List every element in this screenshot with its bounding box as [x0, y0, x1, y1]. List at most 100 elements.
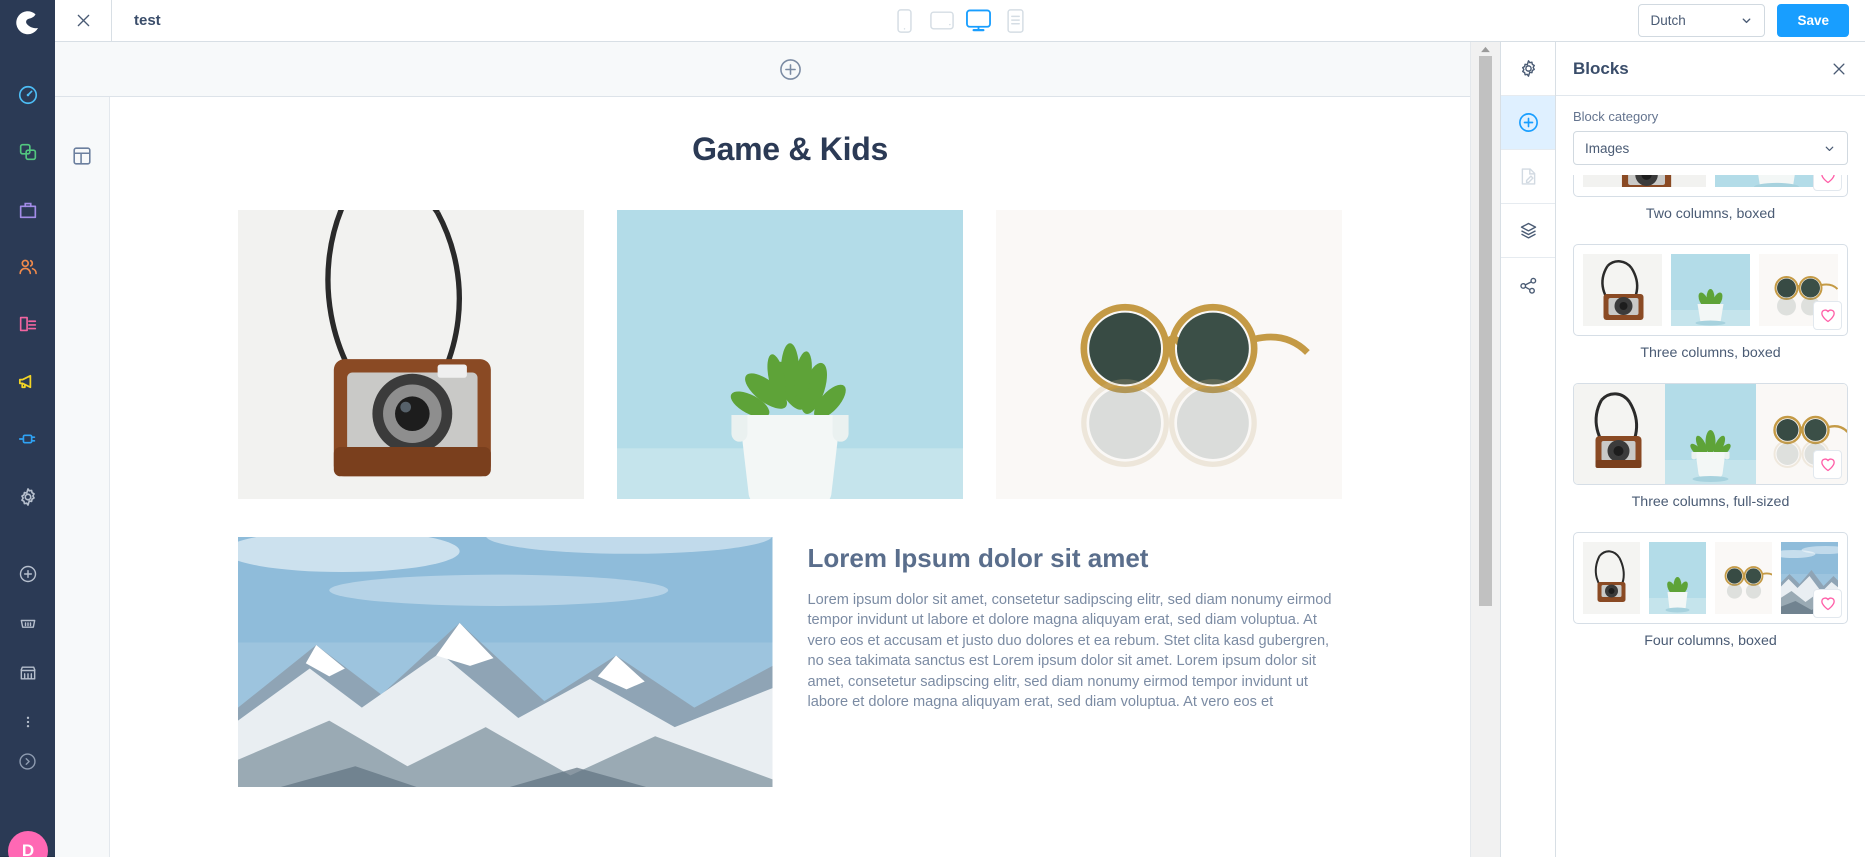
tool-layers[interactable]: [1500, 204, 1556, 258]
sidebar-item-catalogues[interactable]: [0, 133, 55, 172]
block-favorite-button[interactable]: [1813, 175, 1842, 191]
sidebar-expand-button[interactable]: [0, 742, 55, 781]
section-gutter: [55, 97, 110, 857]
close-icon: [1833, 62, 1845, 75]
block-preview-four-columns-boxed[interactable]: [1573, 532, 1848, 624]
sidebar-shortcut-basket[interactable]: [0, 604, 55, 643]
sidebar-shortcut-store[interactable]: [0, 653, 55, 692]
section-layout-icon[interactable]: [71, 145, 93, 857]
chevron-down-icon: [1743, 18, 1751, 24]
layers-icon: [1520, 222, 1536, 239]
block-preview-two-columns-boxed[interactable]: [1573, 175, 1848, 197]
dashboard-gauge-icon: [18, 85, 37, 104]
more-vertical-icon: [26, 716, 29, 728]
block-item: Two columns, boxed: [1573, 175, 1848, 222]
store-icon: [19, 666, 36, 680]
scrollbar-up-arrow[interactable]: [1480, 42, 1491, 56]
close-editor-button[interactable]: [55, 0, 112, 41]
sidebar-item-customers[interactable]: [0, 247, 55, 286]
block-favorite-button[interactable]: [1813, 301, 1842, 330]
block-thumb-camera: [1583, 254, 1662, 326]
heart-icon: [1820, 458, 1835, 472]
section-layout-icon-glyph: [73, 147, 91, 165]
blocks-panel-header: Blocks: [1556, 42, 1865, 96]
device-content-button[interactable]: [1003, 6, 1029, 36]
cms-image-row: [110, 210, 1470, 499]
plus-circle-icon: [779, 58, 801, 80]
chevron-right-circle-icon: [19, 753, 36, 770]
orders-bag-icon: [19, 202, 36, 218]
catalogue-squares-icon: [19, 144, 36, 161]
device-tablet-button[interactable]: [929, 6, 955, 36]
editor-topbar: test Dutch Save: [55, 0, 1865, 42]
tool-navigator[interactable]: [1501, 258, 1556, 312]
sidebar-shortcut-add-new[interactable]: [0, 554, 55, 593]
marketing-megaphone-icon: [18, 375, 32, 389]
sidebar-item-content[interactable]: [0, 305, 55, 344]
block-category-select[interactable]: Images: [1573, 131, 1848, 165]
chevron-down-icon: [1825, 146, 1834, 151]
editor-body: Game & Kids Lorem Ipsum dolor sit amet L…: [55, 42, 1865, 857]
cms-heading[interactable]: Game & Kids: [110, 131, 1470, 168]
share-nodes-icon: [1519, 277, 1536, 294]
block-thumb-plant: [1649, 542, 1706, 614]
caret-up-icon: [1481, 46, 1490, 52]
gear-icon: [1521, 60, 1535, 77]
save-button[interactable]: Save: [1777, 4, 1849, 37]
sidebar-item-orders[interactable]: [0, 190, 55, 229]
block-thumb-plant: [1671, 254, 1750, 326]
device-preview-switcher: [55, 6, 1865, 36]
blocks-list[interactable]: Two columns, boxed Three columns, boxed …: [1556, 175, 1865, 857]
block-thumb-camera: [1583, 175, 1706, 187]
cms-canvas: Game & Kids Lorem Ipsum dolor sit amet L…: [55, 42, 1500, 857]
mountains-photo: [238, 537, 773, 787]
sidebar-item-marketing[interactable]: [0, 362, 55, 401]
device-mobile-button[interactable]: [892, 6, 918, 36]
scrollbar-thumb[interactable]: [1479, 56, 1492, 606]
block-thumb-camera: [1574, 384, 1665, 484]
extensions-plug-icon: [18, 434, 35, 444]
cms-section: Game & Kids Lorem Ipsum dolor sit amet L…: [55, 97, 1470, 857]
sidebar-shortcut-more-options[interactable]: [0, 702, 55, 741]
shopware-logo-icon[interactable]: [0, 0, 55, 45]
block-item: Three columns, boxed: [1573, 244, 1848, 361]
language-select[interactable]: Dutch: [1638, 4, 1766, 37]
tablet-icon: [929, 11, 954, 30]
add-section-bar: [55, 42, 1470, 97]
language-select-value: Dutch: [1650, 13, 1686, 28]
blocks-panel-close-button[interactable]: [1830, 60, 1848, 78]
block-favorite-button[interactable]: [1813, 450, 1842, 479]
block-favorite-button[interactable]: [1813, 589, 1842, 618]
sidebar-item-dashboard[interactable]: [0, 75, 55, 114]
customers-people-icon: [18, 259, 37, 275]
block-preview-three-columns-boxed[interactable]: [1573, 244, 1848, 336]
sidebar-item-settings[interactable]: [0, 477, 55, 516]
add-section-button[interactable]: [778, 57, 803, 82]
cms-text-block[interactable]: Lorem Ipsum dolor sit amet Lorem ipsum d…: [808, 537, 1343, 787]
block-category-label: Block category: [1573, 109, 1659, 124]
block-label: Three columns, boxed: [1640, 345, 1781, 361]
cms-image-plant[interactable]: [617, 210, 963, 499]
user-avatar[interactable]: D: [8, 831, 48, 857]
block-thumb-camera: [1583, 542, 1640, 614]
cms-text-heading: Lorem Ipsum dolor sit amet: [807, 543, 1149, 573]
cms-image-mountains[interactable]: [238, 537, 773, 787]
tool-page-settings[interactable]: [1500, 42, 1556, 96]
block-item: Four columns, boxed: [1573, 532, 1848, 649]
canvas-scrollbar[interactable]: [1470, 42, 1500, 857]
device-desktop-button[interactable]: [966, 6, 992, 36]
section-content: Game & Kids Lorem Ipsum dolor sit amet L…: [110, 97, 1470, 857]
tool-add-blocks[interactable]: [1500, 96, 1556, 150]
sunglasses-photo: [996, 210, 1342, 499]
plant-photo: [617, 210, 963, 499]
block-preview-three-columns-full-sized[interactable]: [1573, 383, 1848, 485]
content-document-icon: [19, 317, 36, 332]
camera-photo: [238, 210, 584, 499]
cms-text-paragraph: Lorem ipsum dolor sit amet, consetetur s…: [807, 592, 1332, 711]
cms-image-sunglasses[interactable]: [996, 210, 1342, 499]
sidebar-item-extensions[interactable]: [0, 419, 55, 458]
block-label: Two columns, boxed: [1645, 206, 1776, 222]
cms-image-camera[interactable]: [238, 210, 584, 499]
canvas-scroll-area: Game & Kids Lorem Ipsum dolor sit amet L…: [55, 42, 1470, 857]
blocks-panel: Blocks Block category Images Two columns…: [1555, 42, 1865, 857]
